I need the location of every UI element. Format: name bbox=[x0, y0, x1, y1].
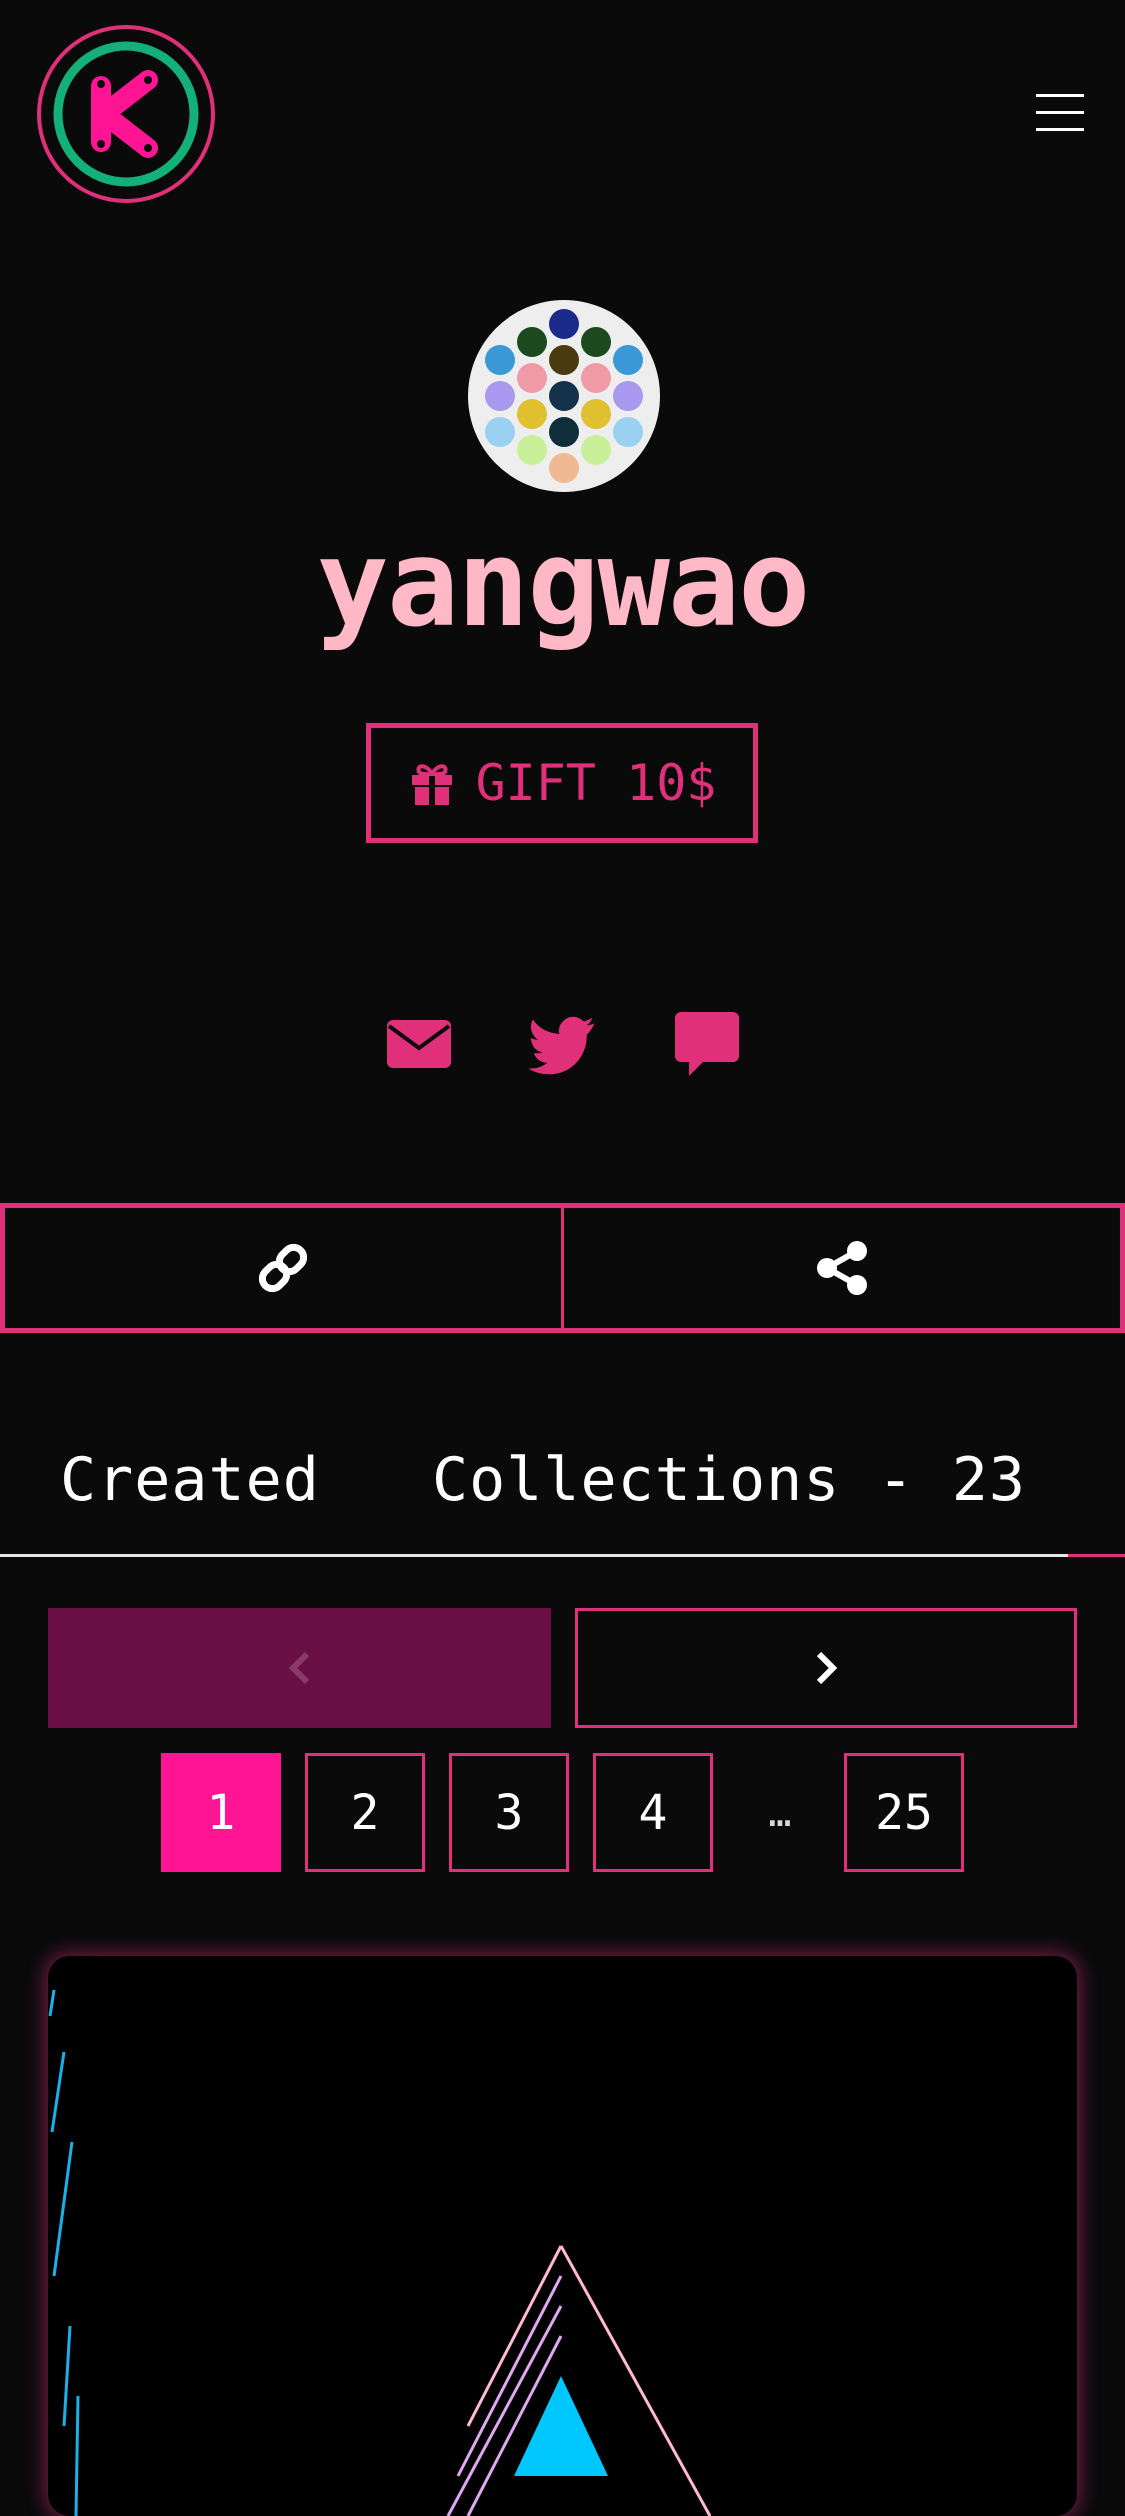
page-button-3[interactable]: 3 bbox=[449, 1753, 569, 1872]
gift-button[interactable]: GIFT 10$ bbox=[366, 723, 758, 843]
tab-created[interactable]: Created bbox=[60, 1440, 320, 1520]
chevron-left-icon bbox=[288, 1651, 309, 1685]
pagination-ellipsis: … bbox=[768, 1790, 792, 1835]
link-icon bbox=[258, 1243, 308, 1293]
action-bar bbox=[0, 1203, 1125, 1333]
gift-icon bbox=[411, 764, 452, 805]
dot-pattern-avatar bbox=[468, 300, 660, 492]
copy-link-button[interactable] bbox=[5, 1208, 564, 1328]
username: yangwao bbox=[316, 515, 811, 654]
logo[interactable] bbox=[36, 24, 216, 204]
nft-artwork bbox=[48, 1989, 712, 2516]
twitter-icon[interactable] bbox=[528, 1010, 597, 1078]
tab-collections[interactable]: Collections - 23 bbox=[432, 1440, 1026, 1520]
tabs-divider bbox=[0, 1554, 1068, 1557]
comment-icon[interactable] bbox=[673, 1010, 741, 1078]
k-logo-icon bbox=[37, 25, 215, 203]
email-icon[interactable] bbox=[385, 1010, 453, 1078]
page-button-1[interactable]: 1 bbox=[161, 1753, 281, 1872]
avatar bbox=[468, 300, 660, 492]
page-button-4[interactable]: 4 bbox=[593, 1753, 713, 1872]
hamburger-menu-icon[interactable] bbox=[1024, 90, 1084, 136]
prev-page-button bbox=[48, 1608, 551, 1728]
chevron-right-icon bbox=[816, 1651, 838, 1685]
nft-card[interactable] bbox=[48, 1956, 1077, 2516]
share-button[interactable] bbox=[564, 1208, 1120, 1328]
share-icon bbox=[817, 1241, 867, 1295]
page-button-25[interactable]: 25 bbox=[844, 1753, 964, 1872]
next-page-button[interactable] bbox=[575, 1608, 1077, 1728]
gift-button-label: GIFT 10$ bbox=[475, 754, 717, 812]
tabs-divider-accent bbox=[1068, 1554, 1125, 1557]
page-button-2[interactable]: 2 bbox=[305, 1753, 425, 1872]
